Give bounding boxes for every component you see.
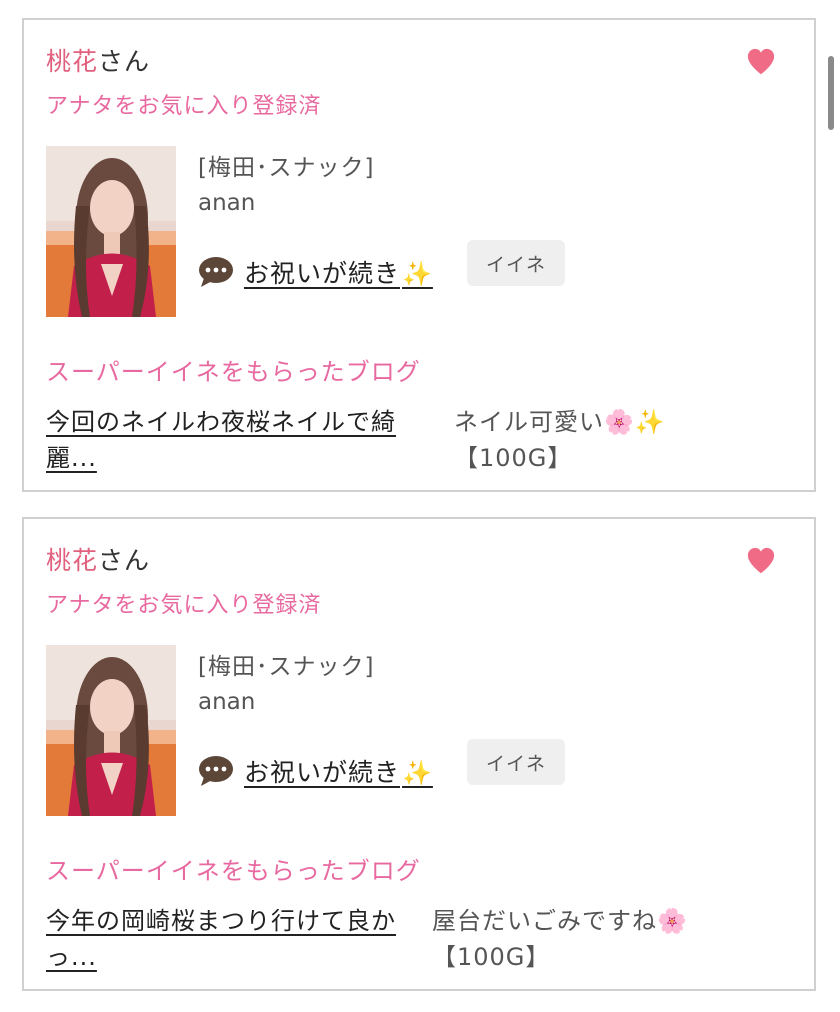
sparkle-icon: ✨ — [402, 260, 433, 288]
blog-row[interactable]: お祝いが続き✨ — [198, 252, 433, 292]
like-button[interactable]: イイネ — [467, 240, 565, 286]
blog-title[interactable]: お祝いが続き — [244, 758, 400, 787]
super-like-comment: 屋台だいごみですね🌸 【100G】 — [432, 903, 752, 975]
user-name-text[interactable]: 桃花 — [46, 546, 98, 575]
shop-label: [梅田･スナック] — [198, 654, 375, 680]
user-card: 桃花さん アナタをお気に入り登録済 [梅田･スナック] anan お祝いが続き✨… — [22, 18, 816, 492]
cast-name: anan — [198, 689, 256, 715]
super-like-blog-title: スーパーイイネをもらったブログ — [46, 358, 421, 386]
comment-points: 【100G】 — [432, 943, 551, 971]
user-name-text[interactable]: 桃花 — [46, 47, 98, 76]
shop-label: [梅田･スナック] — [198, 155, 375, 181]
sparkle-icon: ✨ — [402, 759, 433, 787]
cast-name: anan — [198, 190, 256, 216]
favorite-status: アナタをお気に入り登録済 — [46, 94, 322, 119]
cast-photo[interactable] — [46, 645, 176, 816]
post-title-link[interactable]: 今回のネイルわ夜桜ネイルで綺麗... — [46, 404, 416, 476]
user-name-suffix: さん — [98, 546, 151, 575]
user-name[interactable]: 桃花さん — [46, 42, 150, 78]
user-name[interactable]: 桃花さん — [46, 541, 150, 577]
heart-icon[interactable] — [746, 46, 776, 76]
chat-bubble-icon — [199, 257, 233, 287]
blog-title-link[interactable]: お祝いが続き✨ — [244, 254, 433, 290]
super-like-blog-title: スーパーイイネをもらったブログ — [46, 857, 421, 885]
cherry-blossom-icon: 🌸 — [604, 408, 635, 436]
scrollbar[interactable] — [828, 56, 834, 130]
comment-text: ネイル可愛い — [454, 408, 604, 436]
sparkle-icon: ✨ — [634, 408, 666, 436]
heart-icon[interactable] — [746, 545, 776, 575]
blog-title[interactable]: お祝いが続き — [244, 259, 400, 288]
comment-points: 【100G】 — [454, 444, 573, 472]
user-card: 桃花さん アナタをお気に入り登録済 [梅田･スナック] anan お祝いが続き✨… — [22, 517, 816, 991]
like-button[interactable]: イイネ — [467, 739, 565, 785]
super-like-comment: ネイル可愛い🌸✨ 【100G】 — [454, 404, 774, 476]
blog-title-link[interactable]: お祝いが続き✨ — [244, 753, 433, 789]
cherry-blossom-icon: 🌸 — [657, 907, 688, 935]
blog-row[interactable]: お祝いが続き✨ — [198, 751, 433, 791]
post-title-link[interactable]: 今年の岡崎桜まつり行けて良かっ... — [46, 903, 416, 975]
cast-photo[interactable] — [46, 146, 176, 317]
chat-bubble-icon — [199, 756, 233, 786]
user-name-suffix: さん — [98, 47, 151, 76]
comment-text: 屋台だいごみですね — [432, 907, 657, 935]
favorite-status: アナタをお気に入り登録済 — [46, 593, 322, 618]
